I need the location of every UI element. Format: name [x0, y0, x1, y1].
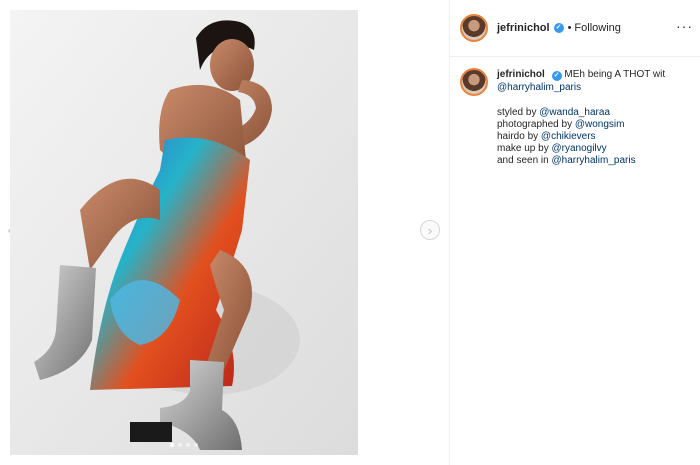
verified-badge-icon: ✓ [551, 71, 562, 81]
avatar[interactable] [460, 68, 488, 96]
credit-mention-link[interactable]: @wanda_haraa [539, 107, 610, 118]
carousel-dot [194, 443, 198, 447]
caption-body: jefrinichol ✓ MEh being A THOT wit @harr… [497, 68, 692, 167]
post-caption: jefrinichol ✓ MEh being A THOT wit @harr… [460, 68, 695, 167]
credit-line: styled by @wanda_haraa [497, 107, 692, 119]
instagram-post-view: ‹ [0, 0, 700, 465]
caption-mention-link[interactable]: @harryhalim_paris [497, 82, 581, 93]
carousel-dot [186, 443, 190, 447]
avatar[interactable] [460, 14, 488, 42]
separator: • [567, 22, 572, 34]
post-details-panel: jefrinichol ✓ • Following ··· jefrinicho… [449, 0, 700, 465]
post-photo[interactable] [10, 10, 358, 455]
credit-line: hairdo by @chikievers [497, 131, 692, 143]
post-header: jefrinichol ✓ • Following ··· [450, 0, 700, 57]
credit-label: photographed by [497, 119, 575, 130]
credit-line: make up by @ryanogilvy [497, 143, 692, 155]
credit-mention-link[interactable]: @ryanogilvy [551, 143, 606, 154]
author-username[interactable]: jefrinichol [497, 22, 550, 34]
credit-label: styled by [497, 107, 540, 118]
credit-mention-link[interactable]: @wongsim [575, 119, 625, 130]
credit-line: photographed by @wongsim [497, 119, 692, 131]
credit-mention-link[interactable]: @chikievers [541, 131, 596, 142]
chevron-right-icon[interactable]: › [420, 220, 440, 240]
caption-text: MEh being A THOT wit [564, 69, 666, 80]
credit-label: hairdo by [497, 131, 541, 142]
credit-label: and seen in [497, 155, 552, 166]
credits-list: styled by @wanda_haraa photographed by @… [497, 107, 692, 167]
verified-badge-icon: ✓ [553, 23, 564, 33]
credit-line: and seen in @harryhalim_paris [497, 155, 692, 167]
caption-author[interactable]: jefrinichol [497, 69, 545, 80]
photo-illustration [10, 10, 358, 455]
carousel-dot [170, 443, 174, 447]
credit-label: make up by [497, 143, 552, 154]
following-button[interactable]: Following [574, 22, 620, 34]
carousel-dot [178, 443, 182, 447]
carousel-indicator [10, 443, 358, 447]
credit-mention-link[interactable]: @harryhalim_paris [552, 155, 636, 166]
more-options-icon[interactable]: ··· [676, 18, 693, 34]
